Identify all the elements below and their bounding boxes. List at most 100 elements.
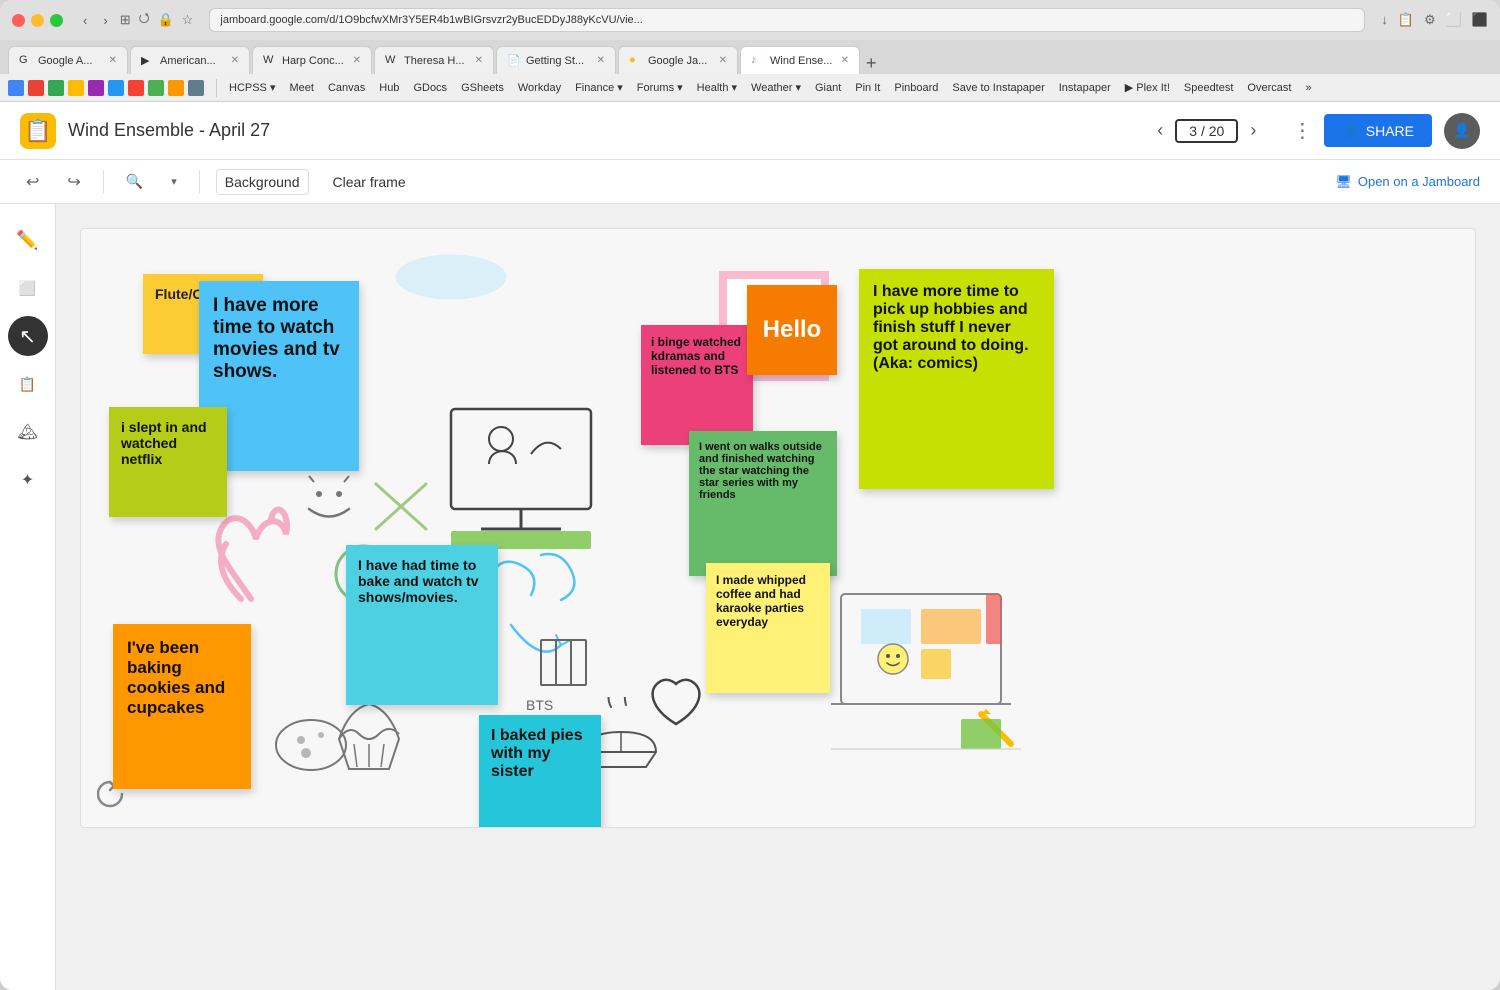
svg-text:BTS: BTS [526,697,553,713]
bookmark-forums[interactable]: Forums ▾ [631,79,689,96]
canvas-area[interactable]: BTS [56,204,1500,990]
tab-favicon: W [385,54,399,68]
sticky-note-walks[interactable]: I went on walks outside and finished wat… [689,431,837,576]
jamboard-canvas: BTS [80,228,1476,828]
bookmark-gsheets[interactable]: GSheets [455,80,510,96]
sticky-text: I went on walks outside and finished wat… [699,441,822,501]
sticky-note-cookies[interactable]: I've been baking cookies and cupcakes [113,624,251,789]
eraser-tool-button[interactable]: ⬜ [8,268,48,308]
sticky-note-netflix[interactable]: i slept in and watched netflix [109,407,227,517]
cookie-sketch [271,715,351,775]
tab-label: Wind Ense... [770,55,832,67]
undo-button[interactable]: ↩ [20,168,45,196]
tab-google-a[interactable]: G Google A... ✕ [8,46,128,74]
sidebar: ✏️ ⬜ ↖ 📋 🏔 ✦ [0,204,56,990]
title-bar: ‹ › ⊞ ⭯ 🔒 ☆ jamboard.google.com/d/1O9bcf… [0,0,1500,40]
bookmarks-bar: HCPSS ▾ Meet Canvas Hub GDocs GSheets Wo… [0,74,1500,102]
bookmark-health[interactable]: Health ▾ [691,79,743,96]
bookmark-finance[interactable]: Finance ▾ [569,79,629,96]
sticky-text: I made whipped coffee and had karaoke pa… [716,573,806,629]
main-content: ✏️ ⬜ ↖ 📋 🏔 ✦ [0,204,1500,990]
background-button[interactable]: Background [216,169,309,195]
clear-frame-button[interactable]: Clear frame [325,170,414,194]
sticky-note-hobbies[interactable]: I have more time to pick up hobbies and … [859,269,1054,489]
next-frame-button[interactable]: › [1246,116,1260,145]
tab-close-icon[interactable]: ✕ [841,55,849,66]
select-tool-button[interactable]: ↖ [8,316,48,356]
more-options-button[interactable]: ⋮ [1292,118,1312,143]
header-nav: ‹ 3 / 20 › [1153,116,1260,145]
bookmark-speedtest[interactable]: Speedtest [1178,80,1240,96]
zoom-dropdown-button[interactable]: ▾ [165,171,183,192]
back-button[interactable]: ‹ [79,11,91,30]
sticky-note-pies[interactable]: I baked pies with my sister [479,715,601,828]
sticky-text: i binge watched kdramas and listened to … [651,335,741,377]
open-jamboard-label: Open on a Jamboard [1358,174,1480,189]
sticky-text: I have more time to watch movies and tv … [213,295,340,382]
toolbar-divider [103,170,104,194]
tab-wind-ensemble[interactable]: ♪ Wind Ense... ✕ [740,46,860,74]
bookmark-save-instapaper[interactable]: Save to Instapaper [946,80,1050,96]
tab-harp[interactable]: W Harp Conc... ✕ [252,46,372,74]
tab-google-ja[interactable]: ● Google Ja... ✕ [618,46,738,74]
image-tool-button[interactable]: 🏔 [8,412,48,452]
tab-close-icon[interactable]: ✕ [475,55,483,66]
tab-favicon: G [19,54,33,68]
sticky-note-button[interactable]: 📋 [8,364,48,404]
url-text: jamboard.google.com/d/1O9bcfwXMr3Y5ER4b1… [220,14,642,26]
bookmark-pinit[interactable]: Pin It [849,80,886,96]
bookmark-overcast[interactable]: Overcast [1241,80,1297,96]
tab-close-icon[interactable]: ✕ [109,55,117,66]
tab-getting[interactable]: 📄 Getting St... ✕ [496,46,616,74]
sticky-note-coffee[interactable]: I made whipped coffee and had karaoke pa… [706,563,830,693]
sticky-note-bake[interactable]: I have had time to bake and watch tv sho… [346,545,498,705]
bookmark-meet[interactable]: Meet [283,80,319,96]
bookmark-hub[interactable]: Hub [373,80,405,96]
shapes-tool-button[interactable]: ✦ [8,460,48,500]
zoom-button[interactable]: 🔍 [120,169,149,194]
tab-label: Theresa H... [404,55,465,67]
close-button[interactable] [12,14,25,27]
app-header: 📋 Wind Ensemble - April 27 ‹ 3 / 20 › ⋮ … [0,102,1500,160]
forward-button[interactable]: › [99,11,111,30]
bookmark-plex[interactable]: ▶ Plex It! [1119,79,1176,96]
new-tab-button[interactable]: + [866,53,877,74]
bookmark-weather[interactable]: Weather ▾ [745,79,807,96]
smiley-sketch [299,474,359,524]
share-label: SHARE [1366,123,1414,139]
share-button[interactable]: 👤 SHARE [1324,114,1432,147]
tab-close-icon[interactable]: ✕ [353,55,361,66]
pen-tool-button[interactable]: ✏️ [8,220,48,260]
user-avatar[interactable]: 👤 [1444,113,1480,149]
tab-label: Google A... [38,55,92,67]
open-jamboard-button[interactable]: 🖥 Open on a Jamboard [1335,174,1480,190]
tab-favicon: ● [629,54,643,68]
tab-american[interactable]: ▶ American... ✕ [130,46,250,74]
tab-favicon: 📄 [507,54,521,68]
address-bar[interactable]: jamboard.google.com/d/1O9bcfwXMr3Y5ER4b1… [209,8,1365,32]
bookmark-hcpss[interactable]: HCPSS ▾ [223,79,281,96]
tab-label: Harp Conc... [282,55,344,67]
minimize-button[interactable] [31,14,44,27]
frame-counter[interactable]: 3 / 20 [1175,119,1238,143]
sticky-text: I baked pies with my sister [491,727,583,780]
bookmark-gdocs[interactable]: GDocs [407,80,453,96]
tabs-bar: G Google A... ✕ ▶ American... ✕ W Harp C… [0,40,1500,74]
tab-theresa[interactable]: W Theresa H... ✕ [374,46,494,74]
bookmark-more[interactable]: » [1299,80,1317,96]
tab-close-icon[interactable]: ✕ [231,55,239,66]
bookmark-giant[interactable]: Giant [809,80,847,96]
bookmark-pinboard[interactable]: Pinboard [888,80,944,96]
bookmark-canvas[interactable]: Canvas [322,80,371,96]
bookmark-instapaper[interactable]: Instapaper [1053,80,1117,96]
toolbar: ↩ ↪ 🔍 ▾ Background Clear frame 🖥 Open on… [0,160,1500,204]
prev-frame-button[interactable]: ‹ [1153,116,1167,145]
maximize-button[interactable] [50,14,63,27]
bookmark-workday[interactable]: Workday [512,80,567,96]
redo-button[interactable]: ↪ [61,168,86,196]
tab-label: Getting St... [526,55,584,67]
sticky-note-hello[interactable]: Hello [747,285,837,375]
tab-close-icon[interactable]: ✕ [597,55,605,66]
tab-close-icon[interactable]: ✕ [719,55,727,66]
sticky-note-binge[interactable]: i binge watched kdramas and listened to … [641,325,753,445]
